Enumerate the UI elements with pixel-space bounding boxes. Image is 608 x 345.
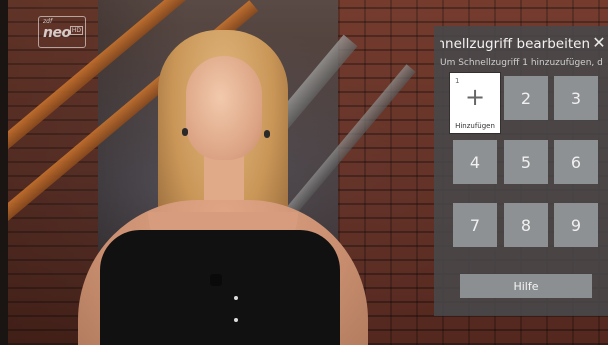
channel-logo: zdf neo HD bbox=[38, 16, 86, 48]
dress-button bbox=[234, 318, 238, 322]
earring bbox=[182, 128, 188, 136]
quick-access-key-6[interactable]: 6 bbox=[554, 140, 598, 184]
tv-screen: zdf neo HD Schnellzugriff bearbeiten ✕ U… bbox=[0, 0, 608, 345]
panel-title: Schnellzugriff bearbeiten bbox=[440, 36, 590, 52]
quick-access-key-8[interactable]: 8 bbox=[504, 203, 548, 247]
channel-name: neo bbox=[43, 25, 71, 41]
key-number: 1 bbox=[455, 77, 460, 85]
clip-microphone bbox=[210, 274, 222, 286]
channel-quality-badge: HD bbox=[69, 26, 83, 35]
quick-access-key-3[interactable]: 3 bbox=[554, 76, 598, 120]
quick-access-key-9[interactable]: 9 bbox=[554, 203, 598, 247]
help-button[interactable]: Hilfe bbox=[460, 274, 592, 298]
channel-brand: zdf bbox=[43, 18, 53, 25]
close-icon[interactable]: ✕ bbox=[588, 32, 608, 54]
panel-subtitle: Um Schnellzugriff 1 hinzuzufügen, d bbox=[440, 58, 603, 68]
quick-access-key-4[interactable]: 4 bbox=[453, 140, 497, 184]
person-face bbox=[186, 56, 262, 160]
add-label: Hinzufügen bbox=[455, 122, 495, 130]
person-dress bbox=[100, 230, 340, 345]
tv-frame: zdf neo HD Schnellzugriff bearbeiten ✕ U… bbox=[8, 0, 608, 345]
quick-access-key-2[interactable]: 2 bbox=[504, 76, 548, 120]
dress-button bbox=[234, 296, 238, 300]
quick-access-panel: Schnellzugriff bearbeiten ✕ Um Schnellzu… bbox=[434, 26, 608, 316]
earring bbox=[264, 130, 270, 138]
quick-access-key-5[interactable]: 5 bbox=[504, 140, 548, 184]
quick-access-key-7[interactable]: 7 bbox=[453, 203, 497, 247]
plus-icon: + bbox=[464, 83, 486, 111]
quick-access-key-1[interactable]: 1 + Hinzufügen bbox=[450, 73, 500, 133]
